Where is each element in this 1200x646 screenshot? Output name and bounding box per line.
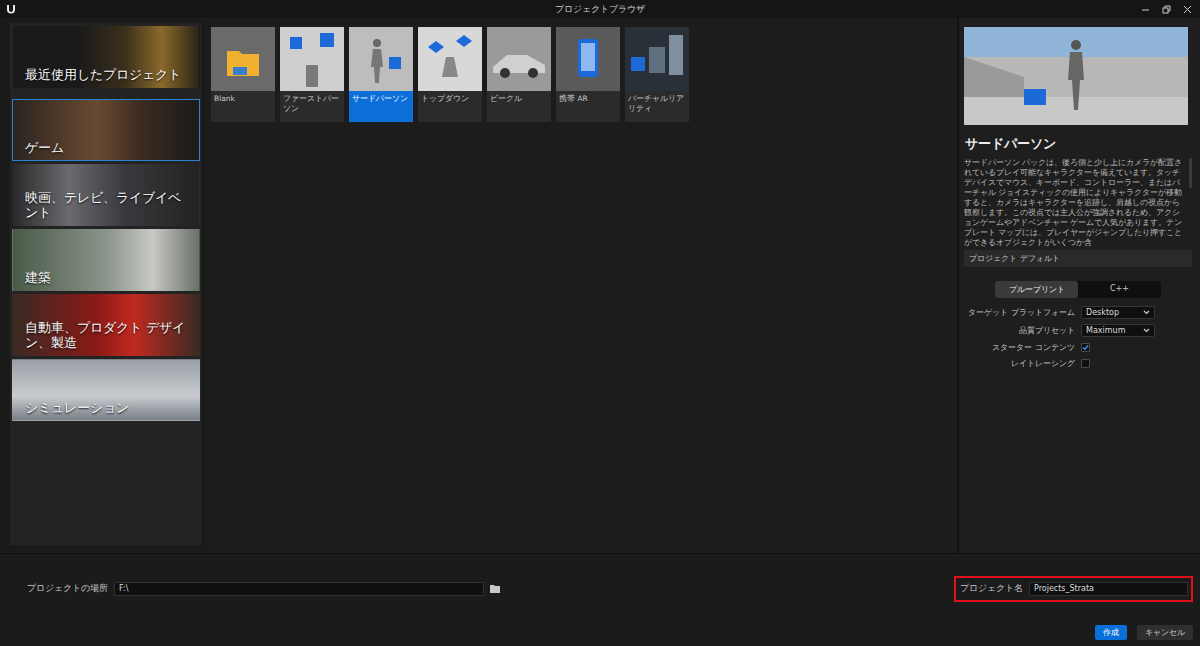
category-label: ゲーム — [25, 140, 64, 155]
category-label: 自動車、プロダクト デザイン、製造 — [25, 320, 189, 350]
template-title: サードパーソン — [965, 136, 1192, 153]
category-card[interactable]: 建築 — [12, 229, 200, 291]
project-browser-window: プロジェクトブラウザ最近使用したプロジェクトゲーム映画、テレビ、ライブイベント建… — [0, 0, 1200, 646]
cancel-button[interactable]: キャンセル — [1137, 625, 1193, 640]
minimize-icon[interactable] — [1141, 5, 1150, 14]
check-icon — [1082, 344, 1089, 351]
setting-checkbox[interactable] — [1081, 359, 1090, 368]
category-label: 建築 — [25, 270, 51, 285]
details-panel: サードパーソンサードパーソン パックは、後ろ側と少し上にカメラが配置されているプ… — [957, 18, 1200, 553]
location-input[interactable]: F:\ — [114, 582, 484, 596]
category-label: シミュレーション — [25, 400, 129, 415]
description-scrollbar[interactable] — [1189, 158, 1192, 188]
template-tile[interactable]: トップダウン — [418, 27, 482, 122]
project-name-group: プロジェクト名 Projects_Strata — [954, 576, 1193, 602]
ar-thumb-icon — [556, 27, 620, 91]
bottom-bar: プロジェクトの場所 F:\ プロジェクト名 Projects_Strata 作成キャンセ… — [0, 553, 1200, 646]
vehicle-thumb-icon — [487, 27, 551, 91]
category-card[interactable]: 最近使用したプロジェクト — [12, 26, 200, 88]
template-label: ファーストパーソン — [280, 91, 344, 122]
setting-label: スターター コンテンツ — [964, 342, 1075, 353]
close-icon[interactable] — [1183, 5, 1192, 14]
restore-icon[interactable] — [1162, 5, 1171, 14]
category-card[interactable]: ゲーム — [12, 99, 200, 161]
setting-label: 品質プリセット — [964, 325, 1075, 336]
folder-icon[interactable] — [490, 585, 500, 593]
template-label: ビークル — [487, 91, 551, 122]
category-label: 最近使用したプロジェクト — [25, 67, 181, 82]
template-tile[interactable]: バーチャルリアリティ — [625, 27, 689, 122]
template-description: サードパーソン パックは、後ろ側と少し上にカメラが配置されているプレイ可能なキャ… — [964, 158, 1187, 248]
setting-label: レイトレーシング — [964, 358, 1075, 369]
template-label: トップダウン — [418, 91, 482, 122]
template-label: サードパーソン — [349, 91, 413, 122]
template-label: バーチャルリアリティ — [625, 91, 689, 122]
setting-label: ターゲット プラットフォーム — [964, 307, 1075, 318]
setting-checkbox[interactable] — [1081, 343, 1090, 352]
category-card[interactable]: シミュレーション — [12, 359, 200, 421]
window-title: プロジェクトブラウザ — [200, 0, 1000, 18]
project-name-input[interactable]: Projects_Strata — [1029, 582, 1188, 596]
template-tile[interactable]: 携帯 AR — [556, 27, 620, 122]
template-tile[interactable]: ビークル — [487, 27, 551, 122]
language-option[interactable]: C++ — [1078, 281, 1161, 298]
category-card[interactable]: 映画、テレビ、ライブイベント — [12, 164, 200, 226]
create-button[interactable]: 作成 — [1095, 625, 1127, 640]
folder-thumb-icon — [211, 27, 275, 91]
title-bar: プロジェクトブラウザ — [0, 0, 1200, 18]
language-option[interactable]: ブループリント — [995, 281, 1078, 298]
template-grid: Blankファーストパーソンサードパーソントップダウンビークル携帯 ARバーチャ… — [205, 18, 957, 553]
template-tile[interactable]: ファーストパーソン — [280, 27, 344, 122]
language-toggle: ブループリントC++ — [995, 281, 1161, 298]
setting-dropdown[interactable]: Desktop — [1081, 306, 1155, 319]
first-person-thumb-icon — [280, 27, 344, 91]
section-header: プロジェクト デフォルト — [964, 250, 1192, 267]
third-person-thumb-icon — [349, 27, 413, 91]
template-label: Blank — [211, 91, 275, 122]
chevron-down-icon — [1143, 328, 1150, 333]
setting-dropdown[interactable]: Maximum — [1081, 324, 1155, 337]
unreal-logo-icon — [5, 3, 17, 15]
category-label: 映画、テレビ、ライブイベント — [25, 190, 189, 220]
category-list: 最近使用したプロジェクトゲーム映画、テレビ、ライブイベント建築自動車、プロダクト… — [10, 23, 202, 545]
project-name-label: プロジェクト名 — [960, 583, 1023, 595]
template-preview — [964, 27, 1188, 125]
top-down-thumb-icon — [418, 27, 482, 91]
category-card[interactable]: 自動車、プロダクト デザイン、製造 — [12, 294, 200, 356]
chevron-down-icon — [1143, 310, 1150, 315]
template-tile[interactable]: Blank — [211, 27, 275, 122]
settings-grid: ターゲット プラットフォーム Desktop 品質プリセット Maximum スターター… — [964, 306, 1192, 369]
template-tile[interactable]: サードパーソン — [349, 27, 413, 122]
scene-preview-icon — [964, 27, 1188, 125]
location-label: プロジェクトの場所 — [27, 583, 108, 595]
vr-thumb-icon — [625, 27, 689, 91]
template-label: 携帯 AR — [556, 91, 620, 122]
